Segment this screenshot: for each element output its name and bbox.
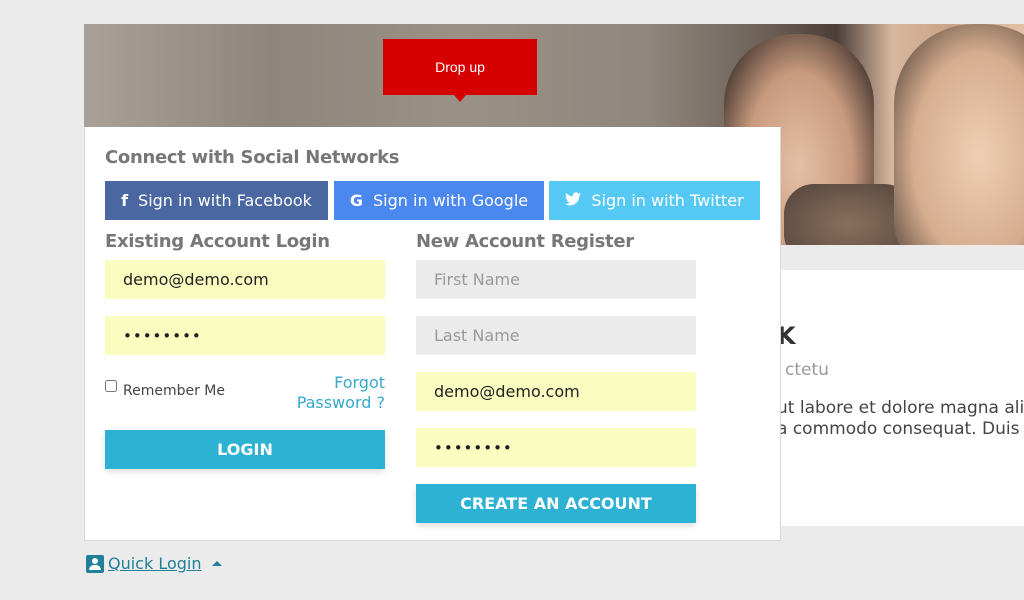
login-section-title: Existing Account Login [105, 231, 330, 252]
content-card-subtitle: ctetu [785, 360, 829, 380]
login-button[interactable]: LOGIN [105, 430, 385, 469]
login-password-input[interactable] [105, 316, 385, 355]
drop-up-button[interactable]: Drop up [383, 39, 537, 102]
register-password-input[interactable] [416, 428, 696, 467]
forgot-password-link[interactable]: Forgot Password ? [285, 373, 385, 413]
remember-me-checkbox[interactable] [105, 380, 117, 392]
remember-me-label: Remember Me [123, 383, 225, 399]
facebook-signin-button[interactable]: f Sign in with Facebook [105, 181, 328, 220]
quick-login-panel: Connect with Social Networks f Sign in w… [84, 127, 781, 541]
content-card-body: ut labore et dolore magna ali a commodo … [777, 398, 1024, 440]
social-section-title: Connect with Social Networks [105, 147, 400, 168]
caret-up-icon [211, 561, 222, 566]
google-signin-label: Sign in with Google [373, 191, 529, 210]
google-signin-button[interactable]: G Sign in with Google [334, 181, 544, 220]
last-name-input[interactable] [416, 316, 696, 355]
first-name-input[interactable] [416, 260, 696, 299]
twitter-signin-button[interactable]: Sign in with Twitter [549, 181, 760, 220]
user-icon [86, 554, 104, 573]
facebook-signin-label: Sign in with Facebook [138, 191, 312, 210]
register-email-input[interactable] [416, 372, 696, 411]
twitter-icon [565, 191, 582, 210]
login-email-input[interactable] [105, 260, 385, 299]
create-account-button[interactable]: CREATE AN ACCOUNT [416, 484, 696, 523]
quick-login-toggle[interactable]: Quick Login [86, 554, 222, 573]
quick-login-label: Quick Login [108, 554, 202, 573]
content-card-body-line: a commodo consequat. Duis [777, 419, 1020, 439]
twitter-signin-label: Sign in with Twitter [591, 191, 744, 210]
hero-image-face-right [894, 24, 1024, 245]
register-section-title: New Account Register [416, 231, 634, 252]
google-icon: G [349, 191, 364, 210]
facebook-icon: f [121, 191, 129, 210]
content-card-body-line: ut labore et dolore magna ali [777, 398, 1024, 418]
remember-me[interactable]: Remember Me [105, 380, 225, 399]
